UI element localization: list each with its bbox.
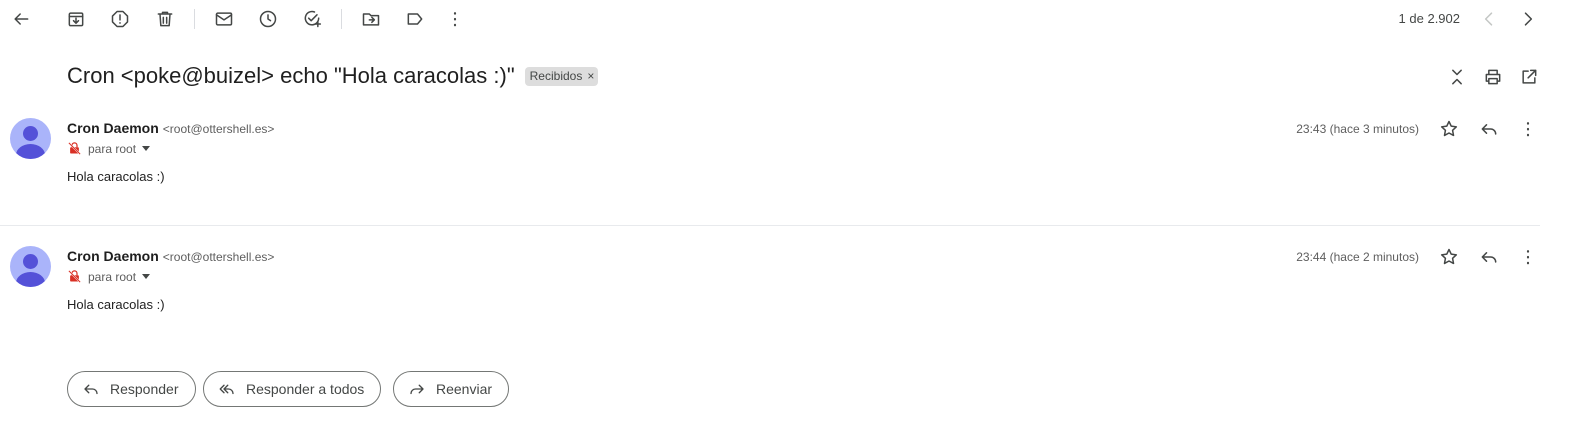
chevron-down-icon[interactable] (142, 146, 151, 151)
chevron-left-icon (1484, 12, 1493, 26)
chevron-down-icon[interactable] (142, 274, 151, 279)
sender[interactable]: Cron Daemon <root@ottershell.es> (67, 248, 274, 264)
toolbar-separator (341, 9, 342, 29)
forward-icon (410, 384, 424, 395)
reply-all-action-button[interactable]: Responder a todos (203, 371, 382, 407)
avatar[interactable] (10, 246, 51, 287)
star-button[interactable] (1435, 243, 1463, 271)
subject-title: Cron <poke@buizel> echo "Hola caracolas … (67, 63, 515, 88)
star-button[interactable] (1435, 115, 1463, 143)
label-chip-text: Recibidos (529, 69, 583, 83)
delete-button[interactable] (151, 5, 179, 33)
report-spam-button[interactable] (106, 5, 134, 33)
toolbar-separator (194, 9, 195, 29)
collapse-all-button[interactable] (1443, 63, 1471, 91)
message-more-button[interactable] (1514, 243, 1542, 271)
mark-unread-button[interactable] (210, 5, 238, 33)
chevron-right-icon (1524, 12, 1533, 26)
avatar-body (16, 144, 45, 159)
recipient-text: para root (88, 141, 137, 156)
sender-name: Cron Daemon (67, 248, 159, 264)
report-spam-icon (111, 10, 129, 28)
avatar-head (23, 254, 38, 269)
message-body: Hola caracolas :) (67, 169, 165, 184)
message-divider (0, 225, 1540, 226)
archive-icon (68, 12, 84, 27)
back-arrow-icon (14, 13, 29, 25)
newer-button[interactable] (1475, 5, 1503, 33)
reply-button[interactable] (1475, 243, 1503, 271)
label-icon (407, 13, 423, 25)
mark-unread-icon (215, 12, 233, 26)
move-to-icon (362, 13, 380, 26)
more-vert-icon (1526, 250, 1530, 265)
forward-label: Reenviar (436, 381, 493, 397)
back-button[interactable] (7, 5, 35, 33)
message-time: 23:43 (hace 3 minutos) (1296, 122, 1419, 136)
reply-icon (1481, 252, 1497, 263)
star-icon (1440, 120, 1458, 137)
more-vert-icon (453, 12, 457, 27)
reply-all-label: Responder a todos (246, 381, 365, 397)
subject-line: Cron <poke@buizel> echo "Hola caracolas … (67, 63, 599, 89)
recipient-details[interactable]: para root (67, 141, 151, 156)
reply-icon (84, 384, 98, 395)
label-button[interactable] (401, 5, 429, 33)
snooze-icon (259, 10, 277, 28)
more-options-button[interactable] (441, 5, 469, 33)
add-to-tasks-button[interactable] (298, 5, 326, 33)
label-chip-inbox: Recibidos × (524, 66, 599, 86)
message-body: Hola caracolas :) (67, 297, 165, 312)
avatar-head (23, 126, 38, 141)
sender-address: <root@ottershell.es> (162, 122, 275, 136)
message-counter: 1 de 2.902 (1398, 11, 1460, 26)
remove-label-button[interactable]: × (587, 69, 594, 83)
reply-label: Responder (110, 381, 179, 397)
avatar[interactable] (10, 118, 51, 159)
snooze-button[interactable] (254, 5, 282, 33)
more-vert-icon (1526, 122, 1530, 137)
unencrypted-lock-icon (68, 142, 81, 155)
unencrypted-lock-icon (68, 270, 81, 283)
sender-address: <root@ottershell.es> (162, 250, 275, 264)
delete-icon (157, 11, 173, 27)
open-new-window-button[interactable] (1515, 63, 1543, 91)
forward-action-button[interactable]: Reenviar (393, 371, 510, 407)
reply-button[interactable] (1475, 115, 1503, 143)
message-time: 23:44 (hace 2 minutos) (1296, 250, 1419, 264)
reply-all-icon (219, 384, 234, 395)
move-to-button[interactable] (357, 5, 385, 33)
older-button[interactable] (1514, 5, 1542, 33)
collapse-icon (1452, 69, 1462, 85)
reply-action-button[interactable]: Responder (67, 371, 196, 407)
open-in-new-icon (1522, 69, 1537, 84)
recipient-details[interactable]: para root (67, 269, 151, 284)
avatar-body (16, 272, 45, 287)
message-more-button[interactable] (1514, 115, 1542, 143)
reply-icon (1481, 124, 1497, 135)
sender[interactable]: Cron Daemon <root@ottershell.es> (67, 120, 274, 136)
add-to-tasks-icon (304, 10, 322, 28)
print-button[interactable] (1479, 63, 1507, 91)
archive-button[interactable] (62, 5, 90, 33)
star-icon (1440, 248, 1458, 265)
sender-name: Cron Daemon (67, 120, 159, 136)
print-icon (1485, 69, 1501, 85)
recipient-text: para root (88, 269, 137, 284)
